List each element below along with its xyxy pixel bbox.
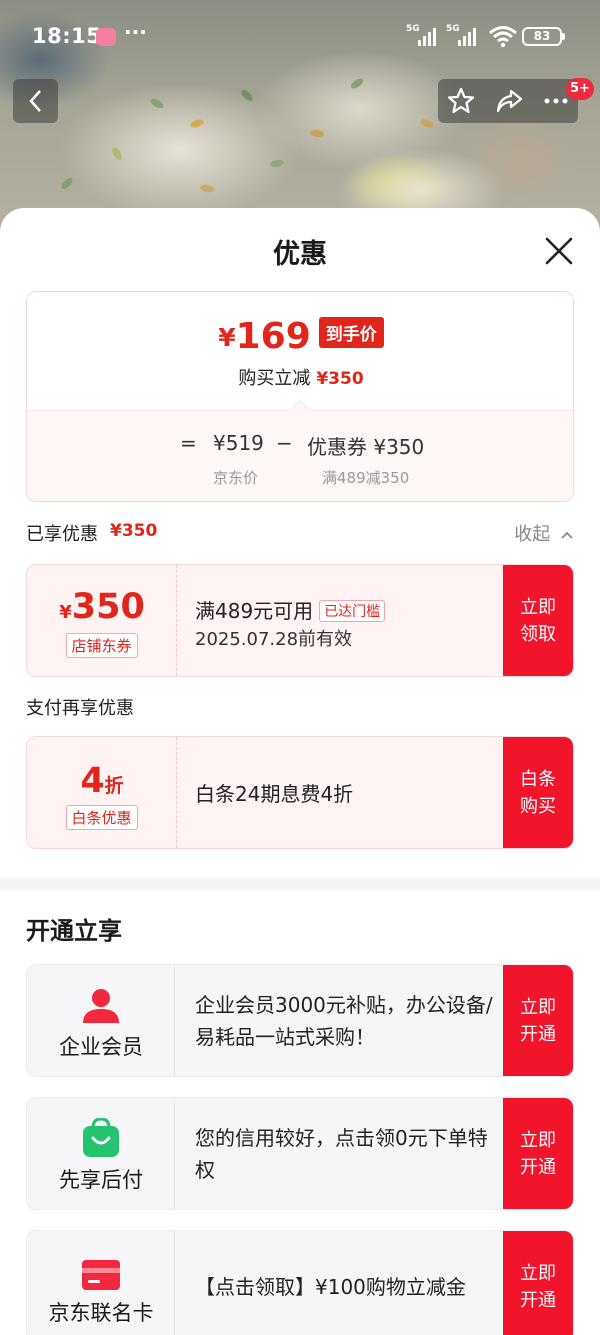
section-divider [0, 878, 600, 890]
shopping-bag-icon [83, 1118, 119, 1157]
member-desc: 企业会员3000元补贴，办公设备/易耗品一站式采购！ [195, 993, 493, 1049]
share-button[interactable] [486, 79, 531, 123]
price-breakdown: = ¥519 − 优惠券 ¥350 京东价 满489减350 [27, 400, 573, 501]
member-name: 企业会员 [59, 1035, 143, 1059]
open-section-title: 开通立享 [26, 917, 122, 945]
list-price-label: 京东价 [213, 469, 259, 487]
discount-sheet: 优惠 ¥169 到手价 购买立减 ¥350 = ¥519 − 优惠券 ¥350 京东… [0, 208, 600, 1335]
baitiao-discount: 4折 [80, 761, 124, 801]
credit-card-icon [82, 1260, 120, 1290]
baitiao-value-area: 4折 白条优惠 [27, 737, 177, 848]
co-branded-card: 京东联名卡 【点击领取】¥100购物立减金 立即 开通 [26, 1230, 574, 1335]
enterprise-member-card: 企业会员 企业会员3000元补贴，办公设备/易耗品一站式采购！ 立即 开通 [26, 964, 574, 1077]
activate-card-button[interactable]: 立即 开通 [503, 1231, 573, 1335]
wifi-icon [489, 26, 517, 48]
baitiao-desc: 白条24期息费4折 [195, 782, 354, 806]
close-icon[interactable] [541, 233, 577, 269]
coupon-amount: ¥350 [59, 587, 145, 627]
top-action-group [438, 79, 578, 123]
share-icon [496, 89, 522, 113]
threshold-reached-tag: 已达门槛 [319, 600, 386, 622]
final-price: ¥169 到手价 [27, 316, 573, 357]
status-time: 18:15 [32, 24, 102, 48]
price-summary-card: ¥169 到手价 购买立减 ¥350 = ¥519 − 优惠券 ¥350 京东价 满… [26, 291, 574, 502]
person-icon [83, 989, 119, 1023]
favorite-button[interactable] [438, 79, 483, 123]
battery-icon: 83 [522, 27, 565, 46]
list-price: ¥519 [213, 431, 264, 455]
signal-icon: 5G [406, 24, 436, 46]
coupon-type-label: 店铺东券 [65, 633, 138, 658]
instant-saving: 购买立减 ¥350 [238, 368, 364, 389]
activate-enterprise-button[interactable]: 立即 开通 [503, 965, 573, 1076]
coupon-condition: 满489元可用 已达门槛 [195, 595, 386, 624]
final-price-tag: 到手价 [318, 317, 384, 348]
coupon-rule-label: 满489减350 [322, 469, 410, 487]
app-notification-icon [96, 28, 116, 46]
final-price-value: 169 [235, 316, 311, 357]
baitiao-type-label: 白条优惠 [65, 805, 138, 830]
baitiao-offer-card: 4折 白条优惠 白条24期息费4折 白条 购买 [26, 736, 574, 849]
baitiao-info: 白条24期息费4折 [195, 737, 495, 848]
collapse-button[interactable]: 收起 [514, 520, 574, 546]
baitiao-buy-button[interactable]: 白条 购买 [503, 737, 573, 848]
signal-icon-2: 5G [446, 24, 476, 46]
activate-pay-later-button[interactable]: 立即 开通 [503, 1098, 573, 1209]
chevron-up-icon [561, 531, 573, 539]
pay-section-title: 支付再享优惠 [26, 698, 134, 719]
enjoyed-label: 已享优惠 [26, 524, 98, 545]
store-coupon-card: ¥350 店铺东券 满489元可用 已达门槛 2025.07.28前有效 立即 领… [26, 564, 574, 677]
sheet-title: 优惠 [273, 239, 327, 270]
instant-saving-amount: ¥350 [316, 369, 364, 389]
coupon-value-area: ¥350 店铺东券 [27, 565, 177, 676]
chevron-left-icon [29, 90, 41, 112]
member-desc: 您的信用较好，点击领0元下单特权 [195, 1126, 488, 1182]
enjoyed-amount: ¥350 [110, 521, 158, 541]
status-bar: 18:15 ··· 5G 5G 83 [0, 0, 600, 72]
member-desc: 【点击领取】¥100购物立减金 [195, 1275, 466, 1299]
more-notifications-icon: ··· [124, 20, 147, 44]
pay-later-card: 先享后付 您的信用较好，点击领0元下单特权 立即 开通 [26, 1097, 574, 1210]
enjoyed-discount-row: 已享优惠 ¥350 收起 [26, 520, 574, 546]
coupon-validity: 2025.07.28前有效 [195, 629, 353, 650]
star-icon [447, 87, 474, 114]
back-button[interactable] [13, 79, 58, 123]
member-name: 京东联名卡 [48, 1301, 154, 1325]
claim-coupon-button[interactable]: 立即 领取 [503, 565, 573, 676]
coupon-info: 满489元可用 已达门槛 2025.07.28前有效 [195, 565, 495, 676]
member-name: 先享后付 [59, 1168, 143, 1192]
message-count-badge: 5+ [566, 78, 594, 100]
coupon-deduction: 优惠券 ¥350 [307, 435, 425, 459]
